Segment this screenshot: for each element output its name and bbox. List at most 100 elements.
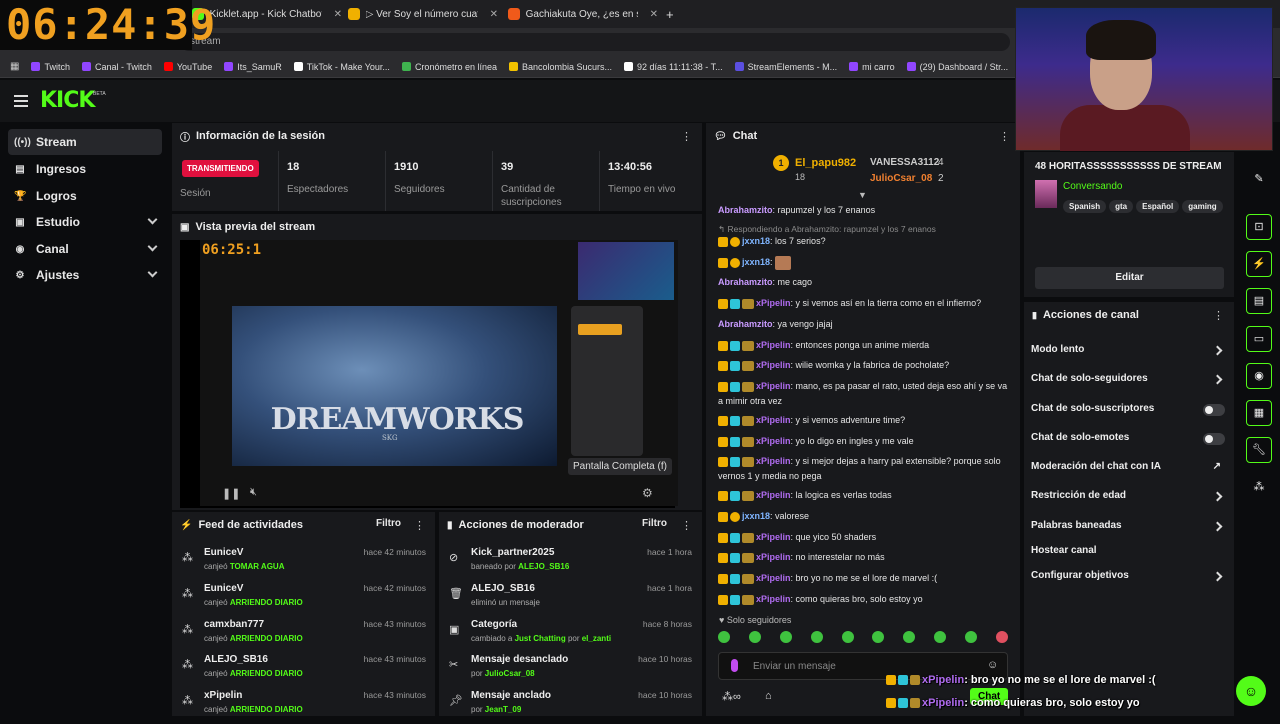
- edit-button[interactable]: Editar: [1035, 267, 1224, 289]
- emote-icon[interactable]: [934, 631, 947, 643]
- kebab-icon[interactable]: ⋮: [681, 519, 692, 532]
- gifter-name[interactable]: VANESSA3112: [870, 157, 939, 168]
- emote-icon[interactable]: [995, 631, 1008, 643]
- store-icon[interactable]: ⌂: [765, 690, 772, 702]
- chevron-down-icon[interactable]: [147, 267, 158, 278]
- tag[interactable]: gta: [1109, 200, 1134, 213]
- sidebar-item-stream[interactable]: ((•)) Stream: [8, 129, 162, 155]
- points-icon[interactable]: ⁂∞: [722, 690, 741, 703]
- bookmark-item[interactable]: StreamElements - M...: [734, 62, 837, 72]
- mod-filter-button[interactable]: Filtro: [642, 518, 667, 529]
- bookmark-item[interactable]: YouTube: [163, 62, 212, 72]
- chat-username[interactable]: xPipelin: [756, 594, 791, 604]
- emote-icon[interactable]: [779, 631, 792, 643]
- broadcast-icon[interactable]: ◉: [1246, 363, 1272, 389]
- wrench-icon[interactable]: 🔧︎: [1246, 437, 1272, 463]
- chat-username[interactable]: Abrahamzito: [718, 205, 773, 215]
- emote-icon[interactable]: [872, 631, 885, 643]
- grid-icon[interactable]: ▦: [1246, 400, 1272, 426]
- tag[interactable]: Spanish: [1063, 200, 1107, 213]
- bookmark-item[interactable]: Its_SamuR: [224, 62, 282, 72]
- channel-action-moderaci-n-del-chat-con-ia[interactable]: Moderación del chat con IA ↗: [1031, 461, 1227, 483]
- chat-username[interactable]: xPipelin: [756, 456, 791, 466]
- close-icon[interactable]: ✕: [490, 9, 498, 20]
- channel-action-palabras-baneadas[interactable]: Palabras baneadas: [1031, 520, 1227, 542]
- bookmark-item[interactable]: (29) Dashboard / Str...: [906, 62, 1008, 72]
- channel-action-modo-lento[interactable]: Modo lento: [1031, 344, 1227, 366]
- activity-user[interactable]: EuniceV: [204, 547, 243, 558]
- emote-icon[interactable]: [718, 631, 730, 643]
- chat-username[interactable]: xPipelin: [756, 298, 791, 308]
- mute-icon[interactable]: 🔇︎: [250, 486, 257, 499]
- mod-action-title[interactable]: Kick_partner2025: [471, 547, 554, 558]
- browser-tab[interactable]: Gachiakuta Oye, ¿es en serio? - ✕: [508, 4, 658, 24]
- bookmark-item[interactable]: Cronómetro en línea: [401, 62, 497, 72]
- channel-action-hostear-canal[interactable]: Hostear canal: [1031, 545, 1227, 567]
- close-icon[interactable]: ✕: [650, 9, 658, 20]
- chat-username[interactable]: xPipelin: [756, 436, 791, 446]
- tag[interactable]: Español: [1136, 200, 1180, 213]
- sidebar-item-canal[interactable]: ◉ Canal: [8, 236, 162, 262]
- top-gifter-name[interactable]: El_papu982: [795, 157, 856, 169]
- support-icon[interactable]: ☺: [1236, 676, 1266, 706]
- page-icon[interactable]: ▤: [1246, 288, 1272, 314]
- chevron-down-icon[interactable]: [147, 241, 158, 252]
- chat-username[interactable]: xPipelin: [756, 552, 791, 562]
- emote-icon[interactable]: [841, 631, 854, 643]
- chat-username[interactable]: xPipelin: [756, 381, 791, 391]
- mod-action-title[interactable]: Mensaje desanclado: [471, 654, 568, 665]
- category-name[interactable]: Conversando: [1063, 181, 1122, 192]
- emote-icon[interactable]: [965, 631, 977, 643]
- chat-icon[interactable]: ▭: [1246, 326, 1272, 352]
- channel-action-restricci-n-de-edad[interactable]: Restricción de edad: [1031, 490, 1227, 512]
- activity-user[interactable]: ALEJO_SB16: [204, 654, 268, 665]
- capture-icon[interactable]: ⊡: [1246, 214, 1272, 240]
- channel-action-chat-de-solo-emotes[interactable]: Chat de solo-emotes: [1031, 432, 1227, 454]
- edit-icon[interactable]: ✎: [1246, 166, 1272, 192]
- kick-logo[interactable]: KICK: [40, 88, 95, 113]
- bookmark-item[interactable]: 92 días 11:11:38 - T...: [624, 62, 723, 72]
- gifter-name[interactable]: JulioCsar_08: [870, 173, 932, 184]
- chevron-down-icon[interactable]: [147, 214, 158, 225]
- chat-username[interactable]: xPipelin: [756, 415, 791, 425]
- pause-icon[interactable]: ❚❚: [222, 487, 240, 500]
- bookmark-item[interactable]: Bancolombia Sucurs...: [508, 62, 612, 72]
- kebab-icon[interactable]: ⋮: [414, 519, 425, 532]
- emote-icon[interactable]: [748, 631, 761, 643]
- menu-icon[interactable]: [14, 95, 28, 107]
- kebab-icon[interactable]: ⋮: [1213, 309, 1224, 322]
- tag[interactable]: gaming: [1182, 200, 1223, 213]
- mod-action-title[interactable]: Categoría: [471, 619, 517, 630]
- chat-username[interactable]: Abrahamzito: [718, 319, 773, 329]
- share-icon[interactable]: ⁂: [1246, 474, 1272, 500]
- new-tab-button[interactable]: +: [666, 4, 674, 24]
- chat-username[interactable]: xPipelin: [756, 532, 791, 542]
- mod-action-title[interactable]: Mensaje anclado: [471, 690, 551, 701]
- channel-action-chat-de-solo-seguidores[interactable]: Chat de solo-seguidores: [1031, 373, 1227, 395]
- kebab-icon[interactable]: ⋮: [999, 130, 1010, 143]
- activity-user[interactable]: EuniceV: [204, 583, 243, 594]
- toggle-switch[interactable]: [1203, 433, 1225, 445]
- address-bar[interactable]: stream: [180, 33, 1010, 51]
- chat-username[interactable]: xPipelin: [756, 573, 791, 583]
- chat-username[interactable]: xPipelin: [756, 490, 791, 500]
- bookmark-item[interactable]: TikTok - Make Your...: [293, 62, 390, 72]
- chat-username[interactable]: jxxn18: [742, 236, 770, 246]
- emote-icon[interactable]: [810, 631, 823, 643]
- activity-user[interactable]: camxban777: [204, 619, 264, 630]
- sidebar-item-ingresos[interactable]: ▤ Ingresos: [8, 156, 162, 182]
- channel-action-chat-de-solo-suscriptores[interactable]: Chat de solo-suscriptores: [1031, 403, 1227, 425]
- activity-user[interactable]: xPipelin: [204, 690, 242, 701]
- apps-icon[interactable]: ▦: [10, 61, 19, 72]
- sidebar-item-ajustes[interactable]: ⚙ Ajustes: [8, 262, 162, 288]
- chat-username[interactable]: jxxn18: [742, 511, 770, 521]
- chat-username[interactable]: jxxn18: [742, 257, 770, 267]
- expand-icon[interactable]: ▼: [858, 190, 867, 200]
- emote-icon[interactable]: [903, 631, 916, 643]
- chat-username[interactable]: xPipelin: [756, 360, 791, 370]
- sidebar-item-estudio[interactable]: ▣ Estudio: [8, 209, 162, 235]
- channel-action-configurar-objetivos[interactable]: Configurar objetivos: [1031, 570, 1227, 592]
- bookmark-item[interactable]: Twitch: [31, 62, 70, 72]
- bolt-icon[interactable]: ⚡: [1246, 251, 1272, 277]
- mic-icon[interactable]: [731, 659, 738, 672]
